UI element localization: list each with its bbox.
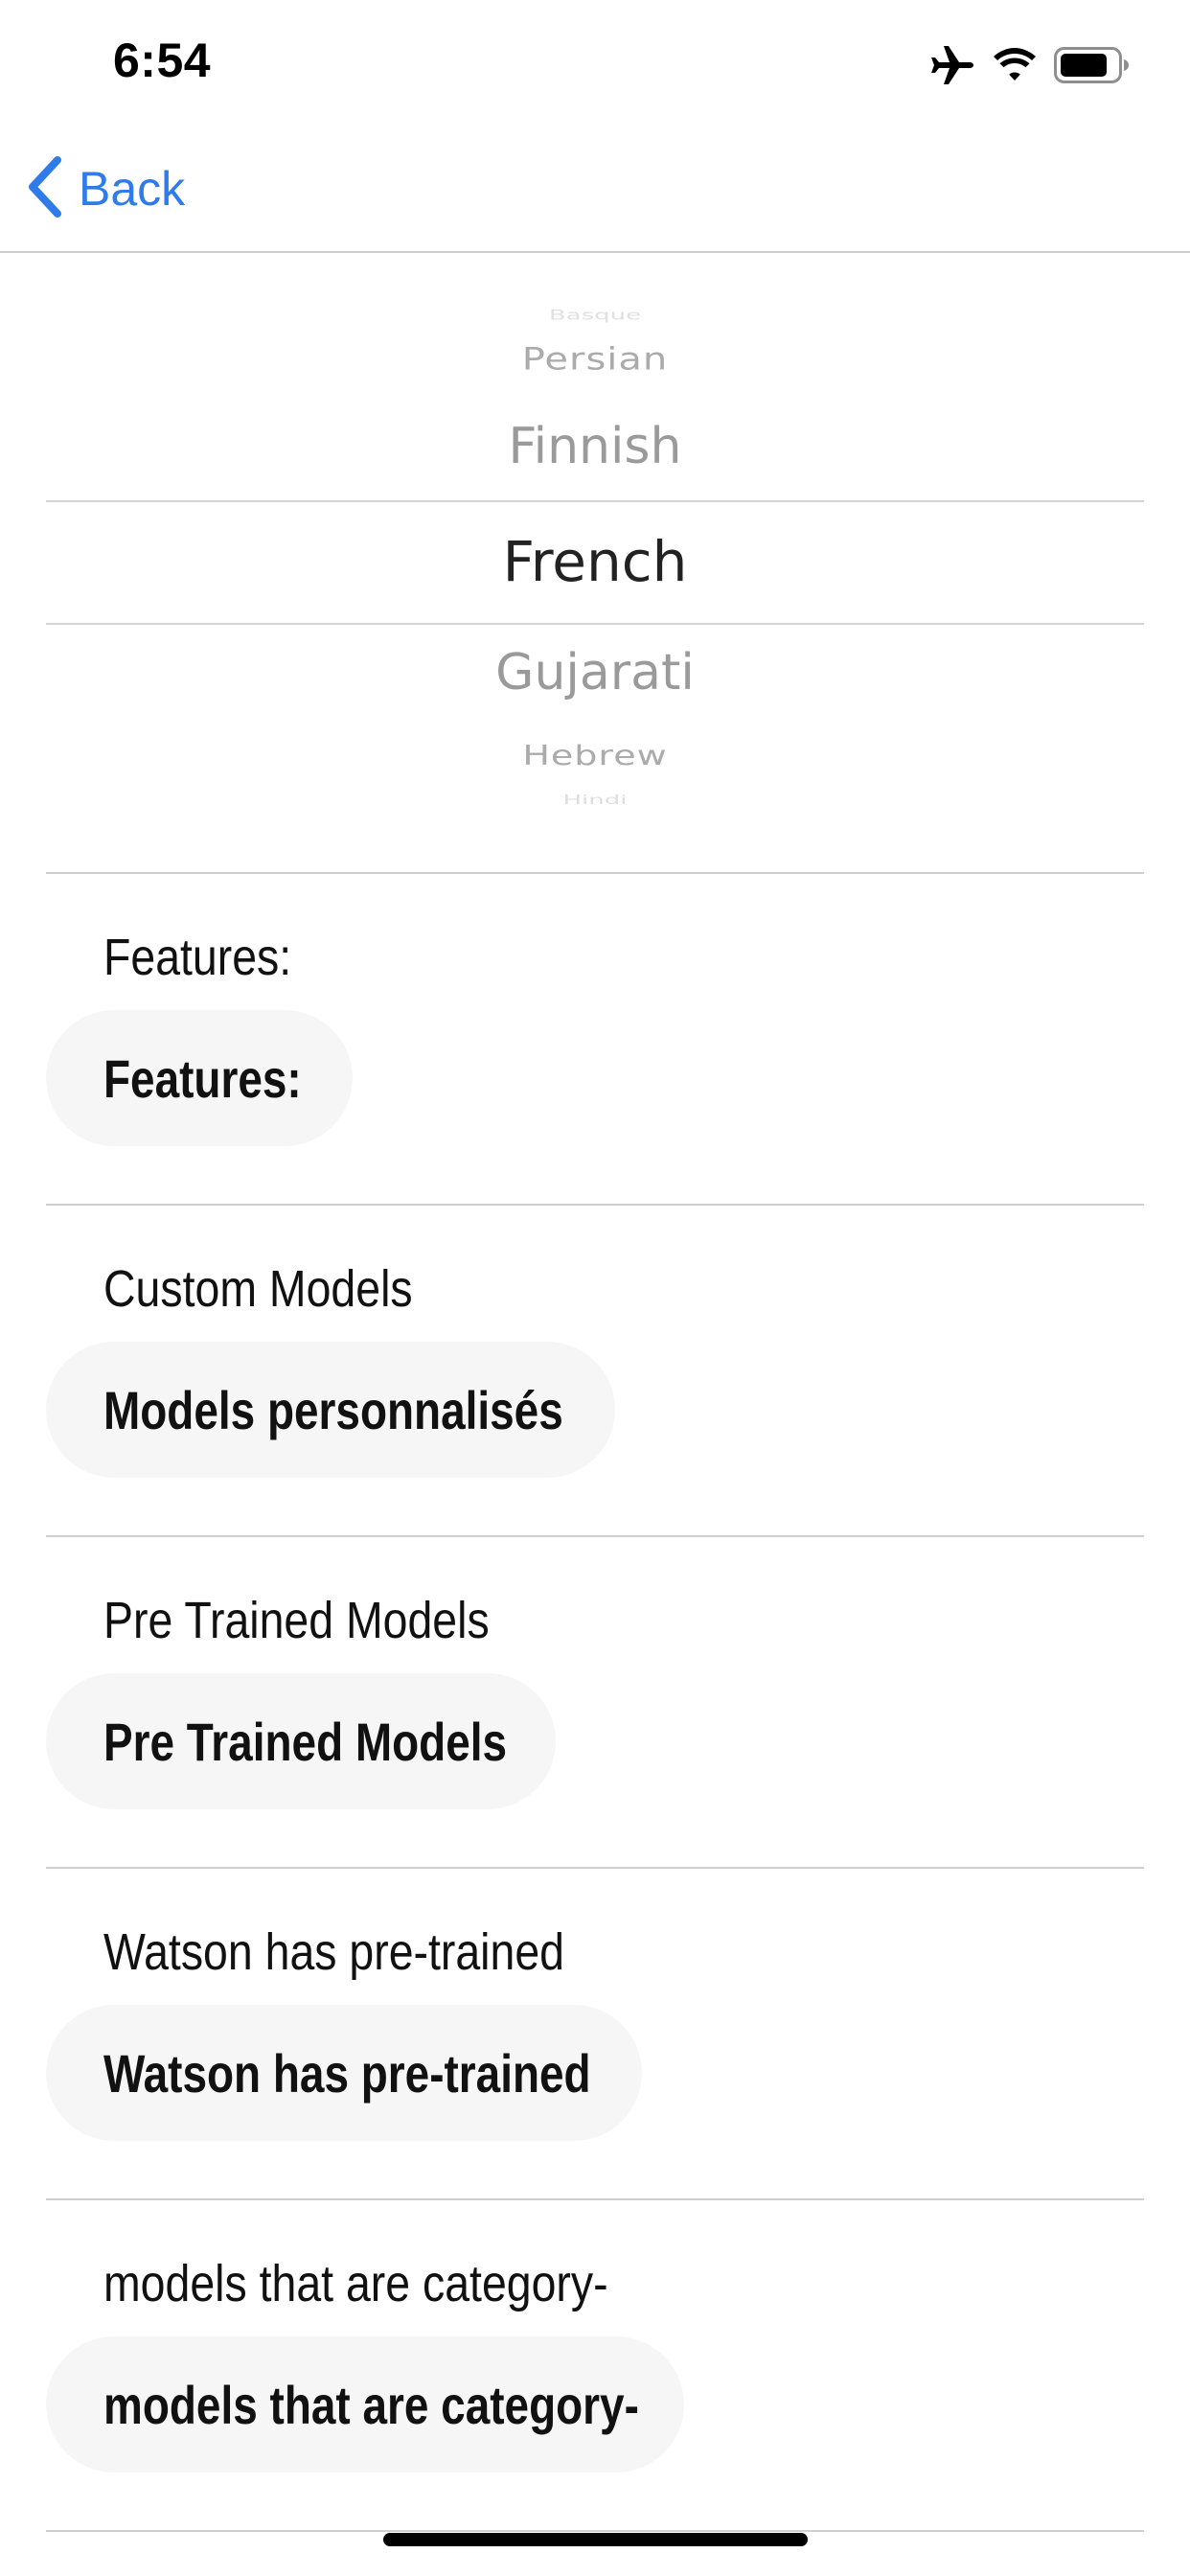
picker-selection-line [46, 500, 1144, 502]
row-label-pre-trained-models: Pre Trained Models [103, 1592, 490, 1649]
divider [46, 2530, 1144, 2532]
picker-item[interactable]: Gujarati [46, 644, 1144, 702]
picker-item[interactable]: Hindi [46, 794, 1144, 808]
picker-item[interactable]: Hebrew [46, 740, 1144, 771]
field-value: Watson has pre-trained [103, 2042, 591, 2104]
wifi-icon [993, 48, 1037, 82]
home-indicator [383, 2533, 808, 2546]
picker-item-selected[interactable]: French [46, 529, 1144, 594]
translation-field-features[interactable]: Features: [46, 1010, 353, 1146]
translation-field-pre-trained-models[interactable]: Pre Trained Models [46, 1673, 556, 1809]
status-icons [929, 38, 1129, 92]
field-value: Models personnalisés [103, 1379, 563, 1440]
airplane-icon [929, 44, 975, 86]
back-label: Back [79, 162, 186, 216]
divider [46, 1535, 1144, 1537]
row-label-watson: Watson has pre-trained [103, 1923, 564, 1981]
divider [46, 1204, 1144, 1206]
field-value: Pre Trained Models [103, 1711, 508, 1772]
picker-selection-line [46, 623, 1144, 625]
nav-bar: Back [0, 126, 1190, 253]
divider [46, 2198, 1144, 2200]
back-button[interactable]: Back [27, 155, 185, 222]
battery-icon [1054, 47, 1129, 83]
translation-field-watson[interactable]: Watson has pre-trained [46, 2005, 642, 2141]
field-value: models that are category- [103, 2374, 639, 2435]
row-label-custom-models: Custom Models [103, 1260, 413, 1318]
status-bar: 6:54 [0, 0, 1190, 126]
divider [46, 1867, 1144, 1869]
picker-item[interactable]: Persian [46, 342, 1144, 378]
picker-item[interactable]: Finnish [46, 418, 1144, 475]
row-label-models-category: models that are category- [103, 2255, 608, 2312]
translation-field-models-category[interactable]: models that are category- [46, 2336, 684, 2472]
chevron-left-icon [27, 155, 65, 222]
language-picker[interactable]: Basque Persian Finnish French Gujarati H… [46, 288, 1144, 824]
row-label-features: Features: [103, 929, 292, 986]
field-value: Features: [103, 1047, 302, 1109]
picker-item[interactable]: Basque [46, 308, 1144, 324]
translation-field-custom-models[interactable]: Models personnalisés [46, 1342, 615, 1478]
divider [46, 872, 1144, 874]
status-time: 6:54 [113, 34, 212, 87]
